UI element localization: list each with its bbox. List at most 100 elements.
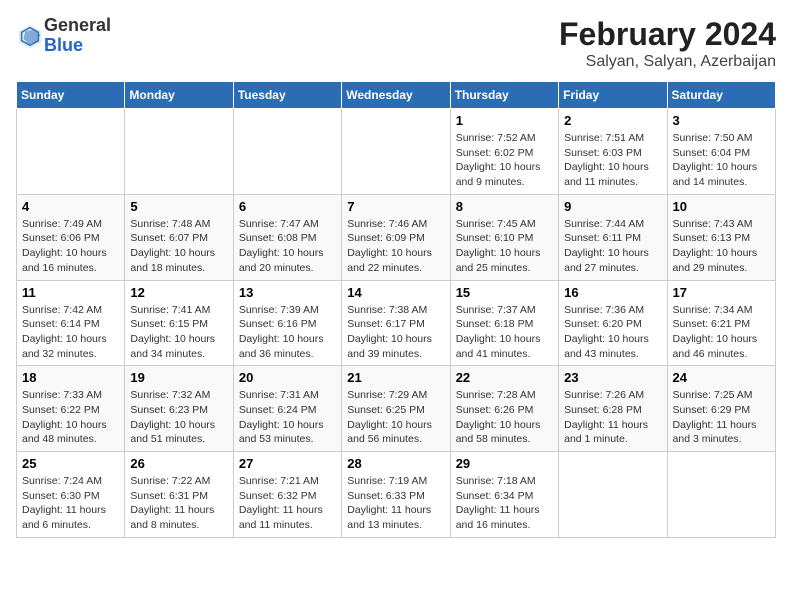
calendar-cell: 17Sunrise: 7:34 AM Sunset: 6:21 PM Dayli… [667, 280, 775, 366]
week-row-2: 4 Sunrise: 7:49 AM Sunset: 6:06 PM Daylig… [17, 194, 776, 280]
day-content: Sunrise: 7:48 AM Sunset: 6:07 PM Dayligh… [130, 217, 227, 276]
calendar-cell: 7 Sunrise: 7:46 AM Sunset: 6:09 PM Daylig… [342, 194, 450, 280]
day-number: 13 [239, 285, 336, 300]
calendar-cell: 3Sunrise: 7:50 AM Sunset: 6:04 PM Daylig… [667, 109, 775, 195]
day-content: Sunrise: 7:32 AM Sunset: 6:23 PM Dayligh… [130, 388, 227, 447]
day-content: Sunrise: 7:29 AM Sunset: 6:25 PM Dayligh… [347, 388, 444, 447]
calendar-cell: 5Sunrise: 7:48 AM Sunset: 6:07 PM Daylig… [125, 194, 233, 280]
day-number: 16 [564, 285, 661, 300]
calendar-cell [667, 452, 775, 538]
calendar-cell: 9 Sunrise: 7:44 AM Sunset: 6:11 PM Daylig… [559, 194, 667, 280]
day-content: Sunrise: 7:52 AM Sunset: 6:02 PM Dayligh… [456, 131, 553, 190]
day-content: Sunrise: 7:44 AM Sunset: 6:11 PM Dayligh… [564, 217, 661, 276]
day-content: Sunrise: 7:45 AM Sunset: 6:10 PM Dayligh… [456, 217, 553, 276]
calendar-cell: 11 Sunrise: 7:42 AM Sunset: 6:14 PM Dayli… [17, 280, 125, 366]
calendar-cell: 21 Sunrise: 7:29 AM Sunset: 6:25 PM Dayli… [342, 366, 450, 452]
week-row-5: 25Sunrise: 7:24 AM Sunset: 6:30 PM Dayli… [17, 452, 776, 538]
calendar-cell: 25Sunrise: 7:24 AM Sunset: 6:30 PM Dayli… [17, 452, 125, 538]
calendar-cell: 15Sunrise: 7:37 AM Sunset: 6:18 PM Dayli… [450, 280, 558, 366]
week-row-4: 18 Sunrise: 7:33 AM Sunset: 6:22 PM Dayli… [17, 366, 776, 452]
calendar-cell: 10 Sunrise: 7:43 AM Sunset: 6:13 PM Dayli… [667, 194, 775, 280]
col-header-wednesday: Wednesday [342, 82, 450, 109]
calendar-cell: 2Sunrise: 7:51 AM Sunset: 6:03 PM Daylig… [559, 109, 667, 195]
day-content: Sunrise: 7:43 AM Sunset: 6:13 PM Dayligh… [673, 217, 770, 276]
day-content: Sunrise: 7:33 AM Sunset: 6:22 PM Dayligh… [22, 388, 119, 447]
day-number: 25 [22, 456, 119, 471]
day-content: Sunrise: 7:18 AM Sunset: 6:34 PM Dayligh… [456, 474, 553, 533]
calendar-cell: 1 Sunrise: 7:52 AM Sunset: 6:02 PM Daylig… [450, 109, 558, 195]
day-content: Sunrise: 7:36 AM Sunset: 6:20 PM Dayligh… [564, 303, 661, 362]
day-number: 4 [22, 199, 119, 214]
day-number: 2 [564, 113, 661, 128]
calendar-cell: 14Sunrise: 7:38 AM Sunset: 6:17 PM Dayli… [342, 280, 450, 366]
calendar-cell: 22Sunrise: 7:28 AM Sunset: 6:26 PM Dayli… [450, 366, 558, 452]
day-number: 20 [239, 370, 336, 385]
calendar-cell: 29Sunrise: 7:18 AM Sunset: 6:34 PM Dayli… [450, 452, 558, 538]
calendar-table: SundayMondayTuesdayWednesdayThursdayFrid… [16, 81, 776, 538]
col-header-monday: Monday [125, 82, 233, 109]
day-content: Sunrise: 7:26 AM Sunset: 6:28 PM Dayligh… [564, 388, 661, 447]
calendar-cell [342, 109, 450, 195]
calendar-cell [559, 452, 667, 538]
day-number: 18 [22, 370, 119, 385]
day-number: 8 [456, 199, 553, 214]
day-number: 23 [564, 370, 661, 385]
col-header-tuesday: Tuesday [233, 82, 341, 109]
day-number: 6 [239, 199, 336, 214]
calendar-cell: 20 Sunrise: 7:31 AM Sunset: 6:24 PM Dayli… [233, 366, 341, 452]
calendar-cell: 16 Sunrise: 7:36 AM Sunset: 6:20 PM Dayli… [559, 280, 667, 366]
logo: General Blue [16, 16, 111, 56]
day-number: 10 [673, 199, 770, 214]
col-header-saturday: Saturday [667, 82, 775, 109]
calendar-cell: 23 Sunrise: 7:26 AM Sunset: 6:28 PM Dayli… [559, 366, 667, 452]
day-number: 17 [673, 285, 770, 300]
calendar-cell: 28Sunrise: 7:19 AM Sunset: 6:33 PM Dayli… [342, 452, 450, 538]
day-number: 7 [347, 199, 444, 214]
day-content: Sunrise: 7:31 AM Sunset: 6:24 PM Dayligh… [239, 388, 336, 447]
calendar-cell: 6 Sunrise: 7:47 AM Sunset: 6:08 PM Daylig… [233, 194, 341, 280]
logo-text-blue: Blue [44, 35, 83, 55]
day-content: Sunrise: 7:47 AM Sunset: 6:08 PM Dayligh… [239, 217, 336, 276]
day-content: Sunrise: 7:25 AM Sunset: 6:29 PM Dayligh… [673, 388, 770, 447]
calendar-cell: 13 Sunrise: 7:39 AM Sunset: 6:16 PM Dayli… [233, 280, 341, 366]
calendar-cell [233, 109, 341, 195]
day-number: 24 [673, 370, 770, 385]
calendar-cell: 19 Sunrise: 7:32 AM Sunset: 6:23 PM Dayli… [125, 366, 233, 452]
day-number: 15 [456, 285, 553, 300]
day-content: Sunrise: 7:46 AM Sunset: 6:09 PM Dayligh… [347, 217, 444, 276]
title-block: February 2024 Salyan, Salyan, Azerbaijan [559, 16, 776, 71]
day-content: Sunrise: 7:42 AM Sunset: 6:14 PM Dayligh… [22, 303, 119, 362]
week-row-3: 11 Sunrise: 7:42 AM Sunset: 6:14 PM Dayli… [17, 280, 776, 366]
calendar-cell: 26Sunrise: 7:22 AM Sunset: 6:31 PM Dayli… [125, 452, 233, 538]
day-number: 11 [22, 285, 119, 300]
calendar-cell: 4 Sunrise: 7:49 AM Sunset: 6:06 PM Daylig… [17, 194, 125, 280]
calendar-title: February 2024 [559, 16, 776, 53]
day-number: 9 [564, 199, 661, 214]
day-content: Sunrise: 7:49 AM Sunset: 6:06 PM Dayligh… [22, 217, 119, 276]
col-header-friday: Friday [559, 82, 667, 109]
day-content: Sunrise: 7:38 AM Sunset: 6:17 PM Dayligh… [347, 303, 444, 362]
calendar-cell [125, 109, 233, 195]
day-number: 27 [239, 456, 336, 471]
logo-text-general: General [44, 15, 111, 35]
logo-icon [16, 22, 44, 50]
col-header-thursday: Thursday [450, 82, 558, 109]
page-header: General Blue February 2024 Salyan, Salya… [16, 16, 776, 71]
day-number: 21 [347, 370, 444, 385]
week-row-1: 1 Sunrise: 7:52 AM Sunset: 6:02 PM Daylig… [17, 109, 776, 195]
calendar-cell [17, 109, 125, 195]
calendar-cell: 27 Sunrise: 7:21 AM Sunset: 6:32 PM Dayli… [233, 452, 341, 538]
day-content: Sunrise: 7:39 AM Sunset: 6:16 PM Dayligh… [239, 303, 336, 362]
day-content: Sunrise: 7:41 AM Sunset: 6:15 PM Dayligh… [130, 303, 227, 362]
day-number: 1 [456, 113, 553, 128]
day-number: 28 [347, 456, 444, 471]
calendar-cell: 12 Sunrise: 7:41 AM Sunset: 6:15 PM Dayli… [125, 280, 233, 366]
day-number: 19 [130, 370, 227, 385]
calendar-subtitle: Salyan, Salyan, Azerbaijan [559, 53, 776, 71]
day-content: Sunrise: 7:28 AM Sunset: 6:26 PM Dayligh… [456, 388, 553, 447]
calendar-cell: 18 Sunrise: 7:33 AM Sunset: 6:22 PM Dayli… [17, 366, 125, 452]
day-number: 12 [130, 285, 227, 300]
day-number: 3 [673, 113, 770, 128]
col-header-sunday: Sunday [17, 82, 125, 109]
day-content: Sunrise: 7:21 AM Sunset: 6:32 PM Dayligh… [239, 474, 336, 533]
